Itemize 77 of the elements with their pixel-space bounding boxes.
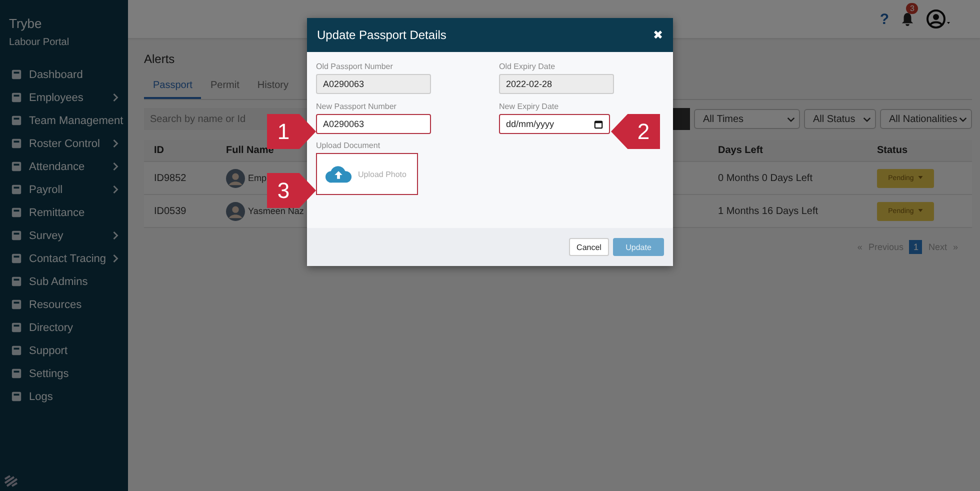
menu-icon — [11, 184, 22, 195]
caret-down-icon — [863, 116, 871, 122]
sidebar-item[interactable]: Directory — [9, 316, 128, 339]
logo-icon — [3, 473, 19, 489]
field-label: Old Passport Number — [316, 62, 393, 71]
menu-icon — [11, 368, 22, 379]
table-cell: ID9852 — [154, 172, 186, 184]
menu-icon — [11, 207, 22, 218]
readonly-field: A0290063 — [316, 74, 431, 94]
sidebar-item[interactable]: Survey — [9, 224, 128, 247]
filter-dropdown[interactable]: All Nationalities — [880, 109, 972, 129]
caret-down-icon — [959, 116, 967, 122]
menu-icon — [11, 322, 22, 333]
field-label: Old Expiry Date — [499, 62, 556, 71]
caret-down-icon — [918, 209, 923, 212]
menu-icon — [11, 161, 22, 172]
page-title: Alerts — [144, 52, 176, 66]
close-button[interactable]: ✖ — [653, 28, 663, 42]
table-cell: ID0539 — [154, 206, 186, 216]
caret-down-icon — [787, 116, 795, 122]
menu-icon — [11, 92, 22, 103]
menu-icon — [11, 69, 22, 80]
menu-icon — [11, 115, 22, 126]
help-link[interactable]: ? — [880, 10, 889, 28]
sidebar-item[interactable]: Support — [9, 339, 128, 362]
sidebar-item[interactable]: Contact Tracing — [9, 247, 128, 270]
field-label: New Passport Number — [316, 102, 396, 111]
table-cell: Yasmeen Naz — [248, 206, 304, 216]
sidebar-item[interactable]: Employees — [9, 86, 128, 109]
column-header: Status — [877, 145, 908, 156]
input-field[interactable]: A0290063 — [316, 114, 431, 134]
menu-icon — [11, 391, 22, 402]
menu-icon — [11, 138, 22, 149]
caret-down-icon — [918, 176, 923, 180]
cancel-button[interactable]: Cancel — [569, 238, 609, 256]
table-cell: Emp — [248, 173, 267, 183]
sidebar-item[interactable]: Resources — [9, 293, 128, 316]
sidebar-item[interactable]: Payroll — [9, 178, 128, 201]
field-label: Upload Document — [316, 141, 380, 150]
bell-icon[interactable] — [901, 12, 914, 26]
user-avatar-icon[interactable] — [926, 9, 952, 29]
sidebar-item[interactable]: Attendance — [9, 155, 128, 178]
sidebar-item[interactable]: Logs — [9, 385, 128, 408]
table-cell: 0 Months 0 Days Left — [718, 172, 812, 184]
menu-icon — [11, 276, 22, 287]
sidebar-item[interactable]: Remittance — [9, 201, 128, 224]
update-button[interactable]: Update — [613, 238, 664, 256]
menu-icon — [11, 299, 22, 310]
menu-icon — [11, 253, 22, 264]
table-cell: 1 Months 16 Days Left — [718, 206, 818, 216]
menu-icon — [11, 345, 22, 356]
notification-badge: 3 — [906, 2, 918, 14]
cloud-upload-icon — [325, 164, 352, 184]
column-header: Days Left — [718, 145, 764, 156]
field-label: New Expiry Date — [499, 102, 559, 111]
filter-dropdown[interactable]: All Status — [804, 109, 876, 129]
filter-dropdown[interactable]: All Times — [694, 109, 800, 129]
dialog-title: Update Passport Details — [317, 28, 446, 42]
avatar-icon — [226, 168, 245, 188]
portal-subtitle: Labour Portal — [9, 37, 70, 48]
tab[interactable]: History — [248, 76, 298, 99]
sidebar-item[interactable]: Dashboard — [9, 63, 128, 86]
upload-button[interactable]: Upload Photo — [316, 153, 418, 195]
sidebar-item[interactable]: Settings — [9, 362, 128, 385]
readonly-field: 2022-02-28 — [499, 74, 614, 94]
column-header: ID — [154, 145, 164, 156]
date-field[interactable]: dd/mm/yyyy — [499, 114, 610, 134]
tab[interactable]: Passport — [144, 76, 202, 99]
sidebar-item[interactable]: Team Management — [9, 109, 128, 132]
brand-name: Trybe — [9, 16, 43, 31]
page-number[interactable]: 1 — [909, 240, 922, 254]
tab[interactable]: Permit — [201, 76, 248, 99]
menu-icon — [11, 230, 22, 241]
avatar-icon — [226, 202, 245, 220]
sidebar-item[interactable]: Roster Control — [9, 132, 128, 155]
sidebar-item[interactable]: Sub Admins — [9, 270, 128, 293]
calendar-icon[interactable] — [594, 120, 603, 128]
